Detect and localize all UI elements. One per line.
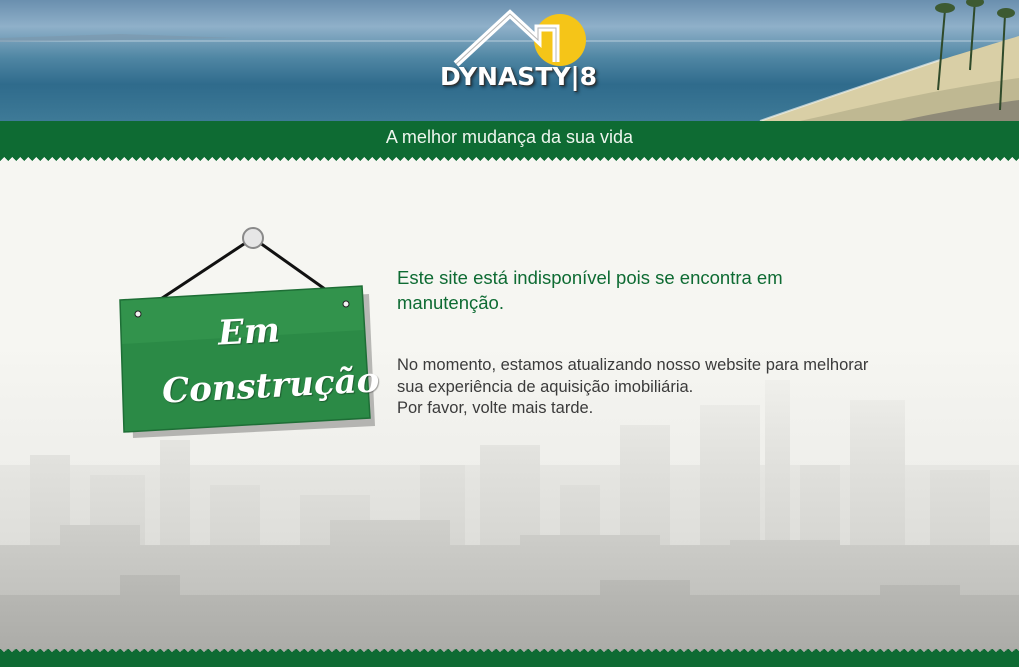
body-line-2: sua experiência de aquisição imobiliária… xyxy=(397,377,694,396)
sign-text-em: Em xyxy=(216,310,281,354)
zigzag-border-bottom xyxy=(0,649,1019,667)
dynasty8-logo[interactable]: DYNASTY|8 xyxy=(438,6,597,91)
logo-wordmark: DYNASTY|8 xyxy=(440,62,598,91)
body-line-3: Por favor, volte mais tarde. xyxy=(397,399,594,417)
header-banner: DYNASTY|8 xyxy=(0,0,1019,121)
zigzag-border-top xyxy=(0,153,1019,161)
body-line-1: No momento, estamos atualizando nosso we… xyxy=(397,356,869,374)
maintenance-headline: Este site está indisponível pois se enco… xyxy=(397,267,783,313)
maintenance-body: No momento, estamos atualizando nosso we… xyxy=(397,355,917,420)
tagline-text: A melhor mudança da sua vida xyxy=(385,127,634,147)
under-construction-sign: Em Construção xyxy=(110,220,390,450)
